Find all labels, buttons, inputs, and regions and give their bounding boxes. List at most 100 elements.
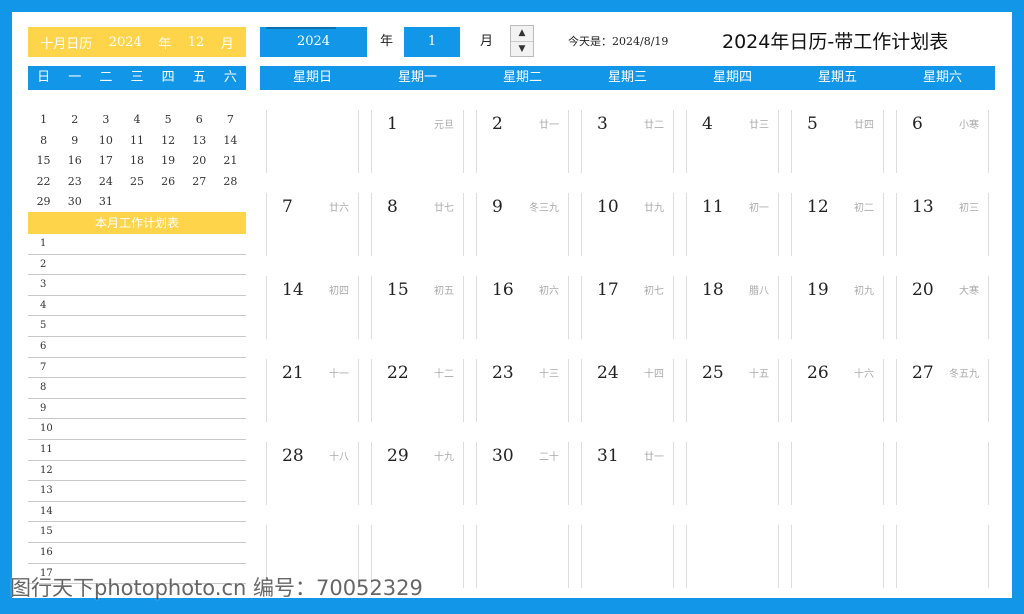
day-number: 4: [702, 114, 713, 134]
work-plan-row[interactable]: 16: [28, 543, 246, 564]
work-plan-row[interactable]: 8: [28, 378, 246, 399]
work-plan-row[interactable]: 10: [28, 419, 246, 440]
calendar-day-cell[interactable]: 23 十三: [470, 359, 575, 442]
day-number: 2: [492, 114, 503, 134]
work-plan-row[interactable]: 9: [28, 399, 246, 420]
day-cell-border: [896, 442, 989, 505]
calendar-day-cell[interactable]: [890, 525, 995, 608]
day-number: 5: [807, 114, 818, 134]
calendar-day-cell[interactable]: 8 廿七: [365, 193, 470, 276]
calendar-day-cell[interactable]: 28 十八: [260, 442, 365, 525]
work-plan-row[interactable]: 7: [28, 358, 246, 379]
lunar-date: 十六: [854, 369, 874, 380]
calendar-day-cell[interactable]: 18 腊八: [680, 276, 785, 359]
day-cell-border: [896, 525, 989, 588]
calendar-day-cell[interactable]: [575, 525, 680, 608]
mini-calendar-day: [121, 192, 152, 213]
calendar-day-cell[interactable]: [680, 525, 785, 608]
lunar-date: 冬五九: [949, 369, 979, 380]
work-plan-row[interactable]: 1: [28, 234, 246, 255]
mini-calendar-day: 4: [133, 113, 141, 126]
mini-weekday-header: 日 一 二 三 四 五 六: [28, 66, 246, 90]
calendar-day-cell[interactable]: 7 廿六: [260, 193, 365, 276]
day-number: 23: [492, 363, 514, 383]
calendar-day-cell[interactable]: 27 冬五九: [890, 359, 995, 442]
mini-calendar-day: 29: [36, 195, 51, 209]
work-plan-row[interactable]: 4: [28, 296, 246, 317]
calendar-day-cell[interactable]: 21 十一: [260, 359, 365, 442]
lunar-date: 初九: [854, 286, 874, 297]
calendar-day-cell[interactable]: 12 初二: [785, 193, 890, 276]
spinner-down-icon[interactable]: ▼: [511, 42, 533, 57]
calendar-day-cell[interactable]: 26 十六: [785, 359, 890, 442]
calendar-day-cell[interactable]: [785, 525, 890, 608]
mini-calendar-day: 26: [161, 174, 176, 188]
calendar-day-cell[interactable]: 15 初五: [365, 276, 470, 359]
calendar-day-cell[interactable]: [260, 110, 365, 193]
calendar-day-cell[interactable]: 30 二十: [470, 442, 575, 525]
lunar-date: 廿二: [644, 120, 664, 131]
calendar-day-cell[interactable]: 2 廿一: [470, 110, 575, 193]
work-plan-row[interactable]: 6: [28, 337, 246, 358]
calendar-day-cell[interactable]: 24 十四: [575, 359, 680, 442]
day-cell-border: [476, 525, 569, 588]
mini-weekday: 日: [37, 70, 51, 85]
lunar-date: 廿七: [434, 203, 454, 214]
month-input[interactable]: 1: [404, 27, 460, 57]
week-header: 星期日 星期一 星期二 星期三 星期四 星期五 星期六: [260, 66, 995, 90]
day-number: 27: [912, 363, 934, 383]
lunar-date: 廿一: [644, 452, 664, 463]
calendar-day-cell[interactable]: [680, 442, 785, 525]
calendar-day-cell[interactable]: 3 廿二: [575, 110, 680, 193]
lunar-date: 初五: [434, 286, 454, 297]
calendar-day-cell[interactable]: 19 初九: [785, 276, 890, 359]
lunar-date: 初一: [749, 203, 769, 214]
calendar-day-cell[interactable]: 6 小寒: [890, 110, 995, 193]
calendar-day-cell[interactable]: 11 初一: [680, 193, 785, 276]
year-input[interactable]: 2024: [260, 27, 367, 57]
mini-calendar-day: [153, 192, 184, 213]
calendar-day-cell[interactable]: 31 廿一: [575, 442, 680, 525]
calendar-day-cell[interactable]: 17 初七: [575, 276, 680, 359]
calendar-day-cell[interactable]: 22 十二: [365, 359, 470, 442]
work-plan-row[interactable]: 11: [28, 440, 246, 461]
day-number: 1: [387, 114, 398, 134]
calendar-day-cell[interactable]: 13 初三: [890, 193, 995, 276]
calendar-day-cell[interactable]: 1 元旦: [365, 110, 470, 193]
lunar-date: 初七: [644, 286, 664, 297]
day-number: 6: [912, 114, 923, 134]
work-plan-row[interactable]: 3: [28, 275, 246, 296]
work-plan-row[interactable]: 14: [28, 502, 246, 523]
work-plan-row[interactable]: 13: [28, 481, 246, 502]
work-plan-row[interactable]: 5: [28, 316, 246, 337]
mini-calendar-row: 29 30 31: [28, 192, 246, 213]
calendar-day-cell[interactable]: 5 廿四: [785, 110, 890, 193]
calendar-day-cell[interactable]: 9 冬三九: [470, 193, 575, 276]
work-plan-row[interactable]: 2: [28, 255, 246, 276]
watermark: 图行天下photophoto.cn 编号：70052329: [10, 576, 423, 600]
day-number: 7: [282, 197, 293, 217]
calendar-day-cell[interactable]: 29 十九: [365, 442, 470, 525]
calendar-day-cell[interactable]: 14 初四: [260, 276, 365, 359]
mini-calendar-day: [215, 192, 246, 213]
month-spinner[interactable]: ▲ ▼: [510, 25, 534, 57]
calendar-week-row: 21 十一 22 十二 23 十三 24 十四 25 十五 26 十六 27 冬五九: [260, 359, 995, 442]
calendar-day-cell[interactable]: 4 廿三: [680, 110, 785, 193]
work-plan-row[interactable]: 15: [28, 522, 246, 543]
mini-calendar-day: 11: [129, 133, 144, 147]
work-plan-row[interactable]: 12: [28, 461, 246, 482]
mini-calendar-day: 14: [223, 133, 238, 147]
calendar-day-cell[interactable]: [785, 442, 890, 525]
today-text: 今天是：2024/8/19: [568, 35, 669, 48]
calendar-day-cell[interactable]: 25 十五: [680, 359, 785, 442]
calendar-day-cell[interactable]: [470, 525, 575, 608]
calendar-day-cell[interactable]: [890, 442, 995, 525]
spinner-up-icon[interactable]: ▲: [511, 26, 533, 42]
calendar-day-cell[interactable]: 10 廿九: [575, 193, 680, 276]
lunar-date: 十二: [434, 369, 454, 380]
lunar-date: 小寒: [959, 120, 979, 131]
mini-calendar-day: 31: [98, 195, 113, 209]
mini-header-month-unit: 月: [220, 36, 234, 52]
calendar-day-cell[interactable]: 20 大寒: [890, 276, 995, 359]
calendar-day-cell[interactable]: 16 初六: [470, 276, 575, 359]
